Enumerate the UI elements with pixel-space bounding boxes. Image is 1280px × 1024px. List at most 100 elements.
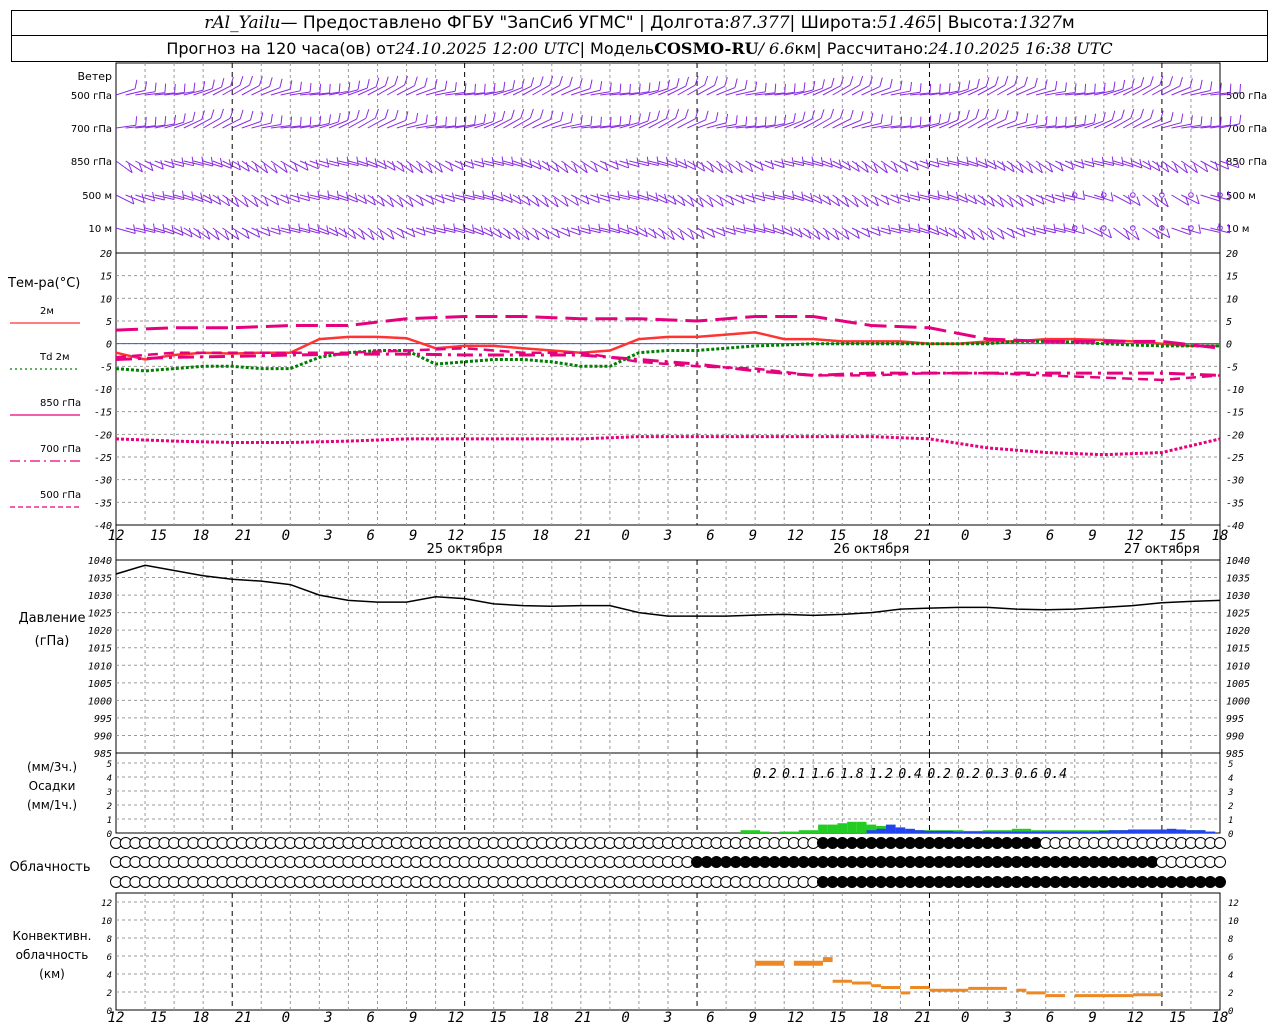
wind-barb-tick bbox=[164, 116, 167, 126]
wind-barb-tick bbox=[908, 223, 911, 233]
wind-barb-tick bbox=[453, 223, 456, 233]
temp-label: Тем-ра(°С) bbox=[7, 276, 80, 291]
wind-barb-tick bbox=[900, 116, 903, 126]
wind-barb-tick bbox=[994, 109, 999, 119]
pres-tick-right: 1020 bbox=[1226, 626, 1250, 637]
wind-barb-tick bbox=[415, 112, 419, 123]
temp-tick-left: -15 bbox=[94, 408, 112, 419]
wind-barb-tick bbox=[290, 116, 293, 126]
wind-barb-tick bbox=[328, 114, 332, 124]
wind-barb bbox=[1103, 118, 1122, 129]
precip-snow-bar bbox=[1205, 831, 1216, 833]
cloud-label: Облачность bbox=[9, 860, 90, 875]
day-label: 27 октября bbox=[1124, 542, 1200, 557]
wind-barb-tick bbox=[1121, 156, 1124, 166]
wind-barb-tick bbox=[356, 109, 360, 120]
precip-snow-bar bbox=[1040, 831, 1051, 833]
precip-sum-label: 0.1 bbox=[782, 767, 805, 782]
precip-rain-bar bbox=[750, 830, 760, 833]
wind-barb-tick bbox=[820, 157, 824, 167]
wind-barb-tick bbox=[171, 224, 175, 235]
wind-barb-tick bbox=[919, 83, 922, 93]
conv-tick-right: 12 bbox=[1228, 899, 1239, 909]
temp-tick-left: 20 bbox=[100, 249, 112, 260]
precip-label: Осадки bbox=[29, 779, 76, 793]
precip-rain-bar bbox=[798, 830, 809, 833]
temp-legend-label: 500 гПа bbox=[40, 490, 81, 501]
x-tick-label: 9 bbox=[749, 1010, 757, 1024]
conv-tick-left: 6 bbox=[107, 953, 112, 963]
wind-barb-tick bbox=[1199, 79, 1203, 89]
wind-barb-tick bbox=[366, 79, 370, 89]
x-tick-label: 9 bbox=[409, 1010, 417, 1024]
precip-snow-bar bbox=[1031, 831, 1041, 833]
pres-tick-left: 1040 bbox=[88, 556, 112, 567]
wind-barb-tick bbox=[705, 110, 709, 120]
x-tick-label: 21 bbox=[575, 1010, 592, 1024]
wind-barb-tick bbox=[211, 79, 215, 89]
wind-barb bbox=[115, 227, 136, 234]
wind-barb-tick bbox=[174, 83, 176, 93]
wind-barb-tick bbox=[1139, 158, 1143, 169]
temp-legend-label: Td 2м bbox=[39, 352, 70, 363]
wind-barb-tick bbox=[919, 116, 922, 126]
wind-barb-tick bbox=[445, 116, 447, 126]
wind-barb-tick bbox=[357, 80, 361, 90]
wind-barb-tick bbox=[511, 156, 514, 166]
wind-barb-tick bbox=[802, 111, 806, 121]
wind-barb-tick bbox=[745, 116, 748, 126]
wind-barb-tick bbox=[270, 113, 273, 124]
wind-barb-tick bbox=[647, 111, 651, 122]
wind-barb-tick bbox=[617, 223, 621, 233]
wind-barb-tick bbox=[1209, 81, 1213, 91]
wind-barb-tick bbox=[646, 191, 650, 201]
precip-snow-bar bbox=[1098, 830, 1109, 833]
cloud-cover-circle bbox=[1214, 876, 1226, 888]
wind-barb bbox=[1122, 117, 1141, 129]
wind-barb-tick bbox=[1219, 82, 1222, 92]
wind-barb-tick bbox=[374, 158, 378, 168]
wind-barb-tick bbox=[326, 225, 330, 235]
wind-barb-tick bbox=[327, 190, 330, 200]
wind-barb-tick bbox=[821, 79, 825, 89]
wind-level-label: 700 гПа bbox=[71, 124, 112, 135]
wind-barb-tick bbox=[394, 75, 399, 86]
x-tick-label: 6 bbox=[706, 1010, 714, 1024]
precip-snow-bar bbox=[934, 830, 944, 833]
wind-barb bbox=[212, 117, 231, 129]
precip-tick-left: 1 bbox=[107, 816, 112, 826]
pres-tick-right: 990 bbox=[1226, 731, 1244, 742]
x-tick-label: 18 bbox=[1212, 1010, 1229, 1024]
wind-barb bbox=[522, 118, 541, 129]
wind-barb-tick bbox=[228, 159, 232, 169]
wind-barb-tick bbox=[239, 109, 244, 119]
precip-rain-bar bbox=[856, 821, 867, 833]
x-tick-label: 15 bbox=[150, 1010, 167, 1024]
wind-barb-tick bbox=[480, 225, 484, 235]
wind-barb bbox=[948, 118, 967, 129]
conv-tick-left: 12 bbox=[101, 899, 112, 909]
wind-barb-tick bbox=[1110, 192, 1114, 202]
x-tick-label: 21 bbox=[235, 528, 252, 544]
wind-barb-tick bbox=[307, 223, 311, 233]
wind-barb-tick bbox=[183, 113, 186, 123]
wind-barb bbox=[357, 117, 376, 129]
wind-barb-tick bbox=[482, 190, 485, 200]
wind-barb-tick bbox=[840, 76, 844, 86]
wind-barb-tick bbox=[801, 156, 805, 166]
wind-barb-tick bbox=[1053, 223, 1056, 233]
wind-barb-tick bbox=[1034, 77, 1038, 88]
precip-tick-right: 3 bbox=[1227, 788, 1233, 798]
wind-barb-tick bbox=[569, 76, 573, 87]
conv-tick-left: 4 bbox=[107, 971, 112, 981]
wind-barb-tick bbox=[1054, 80, 1058, 91]
wind-barb bbox=[958, 117, 977, 129]
wind-barb-tick bbox=[1180, 113, 1184, 123]
wind-barb-tick bbox=[676, 78, 680, 88]
wind-barb-tick bbox=[937, 190, 940, 200]
conv-tick-left: 2 bbox=[107, 989, 112, 999]
wind-barb-tick bbox=[629, 115, 632, 125]
day-label: 26 октября bbox=[833, 542, 909, 557]
x-tick-label: 15 bbox=[829, 1010, 846, 1024]
x-tick-label: 6 bbox=[367, 1010, 375, 1024]
